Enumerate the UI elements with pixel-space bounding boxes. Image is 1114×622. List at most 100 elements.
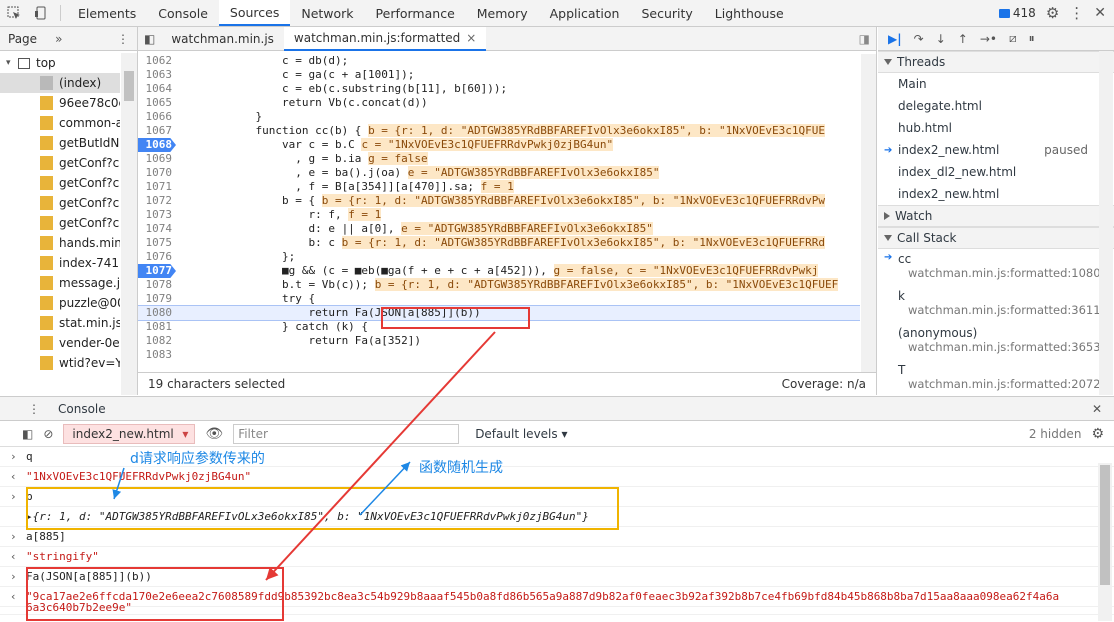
step-over-icon[interactable]: ↷ xyxy=(914,32,924,46)
code-line[interactable]: 1073 r: f, f = 1 xyxy=(138,208,860,222)
file-tree-item[interactable]: (index) xyxy=(0,73,120,93)
line-number[interactable]: 1066 xyxy=(138,110,176,124)
frame-location[interactable]: watchman.min.js:formatted:3653 xyxy=(898,340,1114,354)
code-line[interactable]: 1077 ■g && (c = ■eb(■ga(f + e + c + a[45… xyxy=(138,264,860,278)
line-number[interactable]: 1064 xyxy=(138,82,176,96)
inspect-element-icon[interactable] xyxy=(0,0,27,26)
breakpoint-line-number[interactable]: 1077 xyxy=(138,264,176,278)
file-tree-item[interactable]: stat.min.js xyxy=(0,313,120,333)
close-devtools-icon[interactable]: ✕ xyxy=(1094,5,1106,21)
console-tab[interactable]: Console xyxy=(52,402,112,416)
panel-tab-network[interactable]: Network xyxy=(290,0,364,26)
code-line[interactable]: 1078 b.t = Vb(c)); b = {r: 1, d: "ADTGW3… xyxy=(138,278,860,292)
call-frame[interactable]: ➔ cc watchman.min.js:formatted:1080 xyxy=(878,249,1114,286)
clear-console-icon[interactable]: ⊘ xyxy=(43,427,53,441)
code-line[interactable]: 1083 xyxy=(138,348,860,362)
deactivate-breakpoints-icon[interactable]: ⧄ xyxy=(1009,31,1017,46)
toggle-navigator-icon[interactable]: ◧ xyxy=(138,32,161,46)
file-tree-item[interactable]: 96ee78c0c xyxy=(0,93,120,113)
step-out-icon[interactable]: ↑ xyxy=(958,32,968,46)
line-number[interactable]: 1079 xyxy=(138,292,176,306)
code-line[interactable]: 1069 , g = b.ia g = false xyxy=(138,152,860,166)
code-area[interactable]: 1062 c = db(d); 1063 c = ga(c + a[1001]);… xyxy=(138,54,860,378)
line-number[interactable]: 1082 xyxy=(138,334,176,348)
panel-tab-elements[interactable]: Elements xyxy=(67,0,147,26)
line-number[interactable]: 1067 xyxy=(138,124,176,138)
drawer-menu-icon[interactable]: ⋮ xyxy=(28,402,40,416)
thread-item[interactable]: Main xyxy=(878,73,1114,95)
pause-on-exceptions-icon[interactable]: ⏸ xyxy=(1029,31,1035,46)
file-tree-item[interactable]: message.js xyxy=(0,273,120,293)
more-options-icon[interactable]: ⋮ xyxy=(1069,4,1084,22)
threads-section-header[interactable]: Threads xyxy=(878,51,1114,73)
code-line[interactable]: 1067 function cc(b) { b = {r: 1, d: "ADT… xyxy=(138,124,860,138)
panel-tab-performance[interactable]: Performance xyxy=(365,0,466,26)
line-number[interactable]: 1081 xyxy=(138,320,176,334)
step-into-icon[interactable]: ↓ xyxy=(936,32,946,46)
navigator-menu-icon[interactable]: ⋮ xyxy=(117,32,137,46)
panel-tab-memory[interactable]: Memory xyxy=(466,0,539,26)
code-line[interactable]: 1074 d: e || a[0], e = "ADTGW385YRdBBFAR… xyxy=(138,222,860,236)
sidebar-scrollbar[interactable] xyxy=(1099,51,1113,395)
line-number[interactable]: 1072 xyxy=(138,194,176,208)
line-number[interactable]: 1083 xyxy=(138,348,176,362)
code-line[interactable]: 1068 var c = b.C c = "1NxVOEvE3c1QFUEFRR… xyxy=(138,138,860,152)
file-tree-item[interactable]: index-741 xyxy=(0,253,120,273)
line-number[interactable]: 1073 xyxy=(138,208,176,222)
context-selector[interactable]: index2_new.html ▾ xyxy=(63,423,196,444)
file-tree-item[interactable]: getConf?c xyxy=(0,213,120,233)
tree-toggle-icon[interactable]: ▾ xyxy=(6,58,11,68)
message-count-badge[interactable]: 418 xyxy=(998,6,1036,20)
toggle-debugger-icon[interactable]: ◨ xyxy=(859,32,876,46)
more-tabs-icon[interactable]: » xyxy=(55,32,62,46)
console-scrollbar[interactable] xyxy=(1098,463,1112,621)
code-line[interactable]: 1071 , f = B[a[354]][a[470]].sa; f = 1 xyxy=(138,180,860,194)
file-tree-item[interactable]: wtid?ev=Y xyxy=(0,353,120,373)
file-tree-item[interactable]: hands.min xyxy=(0,233,120,253)
editor-tab-formatted[interactable]: watchman.min.js:formatted × xyxy=(283,26,487,51)
line-number[interactable]: 1071 xyxy=(138,180,176,194)
panel-tab-lighthouse[interactable]: Lighthouse xyxy=(704,0,795,26)
code-line[interactable]: 1063 c = ga(c + a[1001]); xyxy=(138,68,860,82)
line-number[interactable]: 1074 xyxy=(138,222,176,236)
panel-tab-security[interactable]: Security xyxy=(630,0,703,26)
file-tree-item[interactable]: vender-0e xyxy=(0,333,120,353)
frame-location[interactable]: watchman.min.js:formatted:3611 xyxy=(898,303,1114,317)
file-tree-item[interactable]: ▾ top xyxy=(0,53,120,73)
code-line[interactable]: 1079 try { xyxy=(138,292,860,306)
editor-tab-minified[interactable]: watchman.min.js xyxy=(161,27,284,51)
editor-scrollbar[interactable] xyxy=(861,54,876,372)
console-filter-input[interactable]: Filter xyxy=(233,423,460,444)
line-number[interactable]: 1065 xyxy=(138,96,176,110)
panel-tab-application[interactable]: Application xyxy=(539,0,631,26)
line-number[interactable]: 1078 xyxy=(138,278,176,292)
file-tree-item[interactable]: getConf?c xyxy=(0,173,120,193)
live-expression-eye-icon[interactable]: 👁 xyxy=(205,426,223,442)
line-number[interactable]: 1062 xyxy=(138,54,176,68)
thread-item[interactable]: index_dl2_new.html xyxy=(878,161,1114,183)
callstack-section-header[interactable]: Call Stack xyxy=(878,227,1114,249)
line-number[interactable]: 1069 xyxy=(138,152,176,166)
code-line[interactable]: 1065 return Vb(c.concat(d)) xyxy=(138,96,860,110)
frame-location[interactable]: watchman.min.js:formatted:2072 xyxy=(898,377,1114,391)
file-tree-item[interactable]: common-a xyxy=(0,113,120,133)
line-number[interactable]: 1076 xyxy=(138,250,176,264)
panel-tab-console[interactable]: Console xyxy=(147,0,219,26)
log-levels-dropdown[interactable]: Default levels ▾ xyxy=(475,427,567,441)
close-console-icon[interactable]: ✕ xyxy=(1092,402,1114,416)
code-line[interactable]: 1062 c = db(d); xyxy=(138,54,860,68)
code-line[interactable]: 1075 b: c b = {r: 1, d: "ADTGW385YRdBBFA… xyxy=(138,236,860,250)
thread-item[interactable]: delegate.html xyxy=(878,95,1114,117)
device-toolbar-icon[interactable] xyxy=(27,0,54,26)
resume-icon[interactable]: ▶| xyxy=(888,32,902,46)
call-frame[interactable]: k watchman.min.js:formatted:3611 xyxy=(878,286,1114,323)
sidebar-toggle-icon[interactable]: ◧ xyxy=(22,427,33,441)
call-frame[interactable]: Twatchman.min.js:formatted:2072 xyxy=(878,360,1114,395)
console-scroll-thumb[interactable] xyxy=(1100,465,1110,585)
code-line[interactable]: 1066 } xyxy=(138,110,860,124)
code-line[interactable]: 1072 b = { b = {r: 1, d: "ADTGW385YRdBBF… xyxy=(138,194,860,208)
navigator-scrollbar[interactable] xyxy=(121,53,137,395)
file-tree-item[interactable]: getConf?c xyxy=(0,193,120,213)
line-number[interactable]: 1080 xyxy=(138,306,176,320)
code-line[interactable]: 1082 return Fa(a[352]) xyxy=(138,334,860,348)
